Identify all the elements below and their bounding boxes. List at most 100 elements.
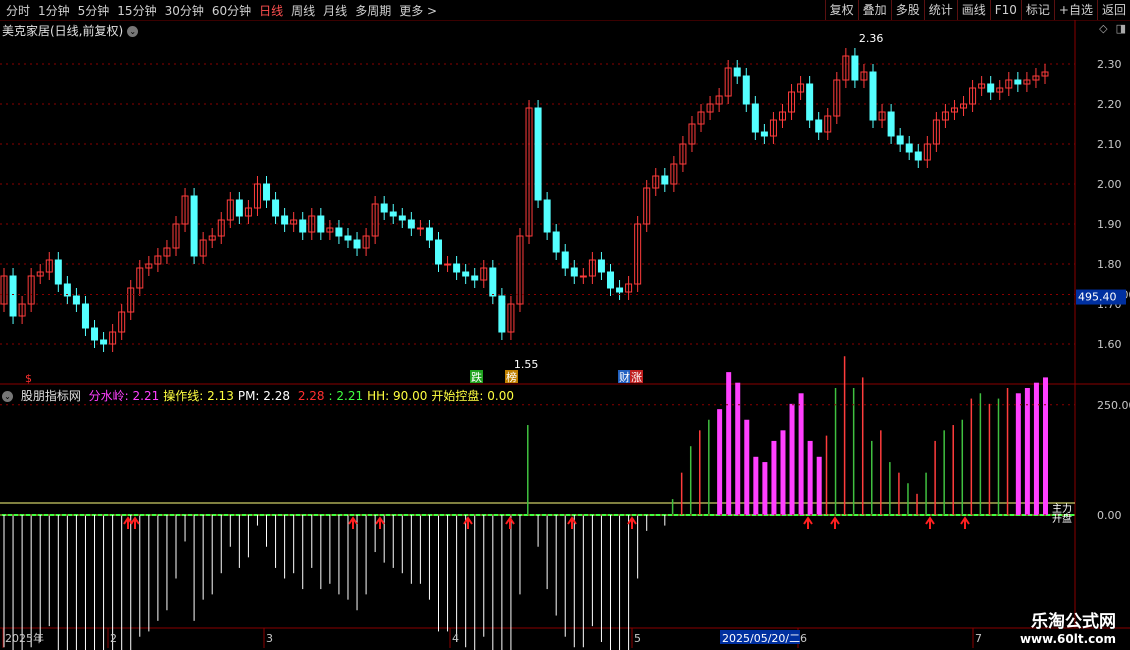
candle-body — [606, 271, 614, 289]
date-label: 3 — [266, 632, 273, 645]
candle-body — [489, 267, 497, 297]
sub-highlight-label: 495.40 — [1078, 291, 1117, 304]
candle-body — [299, 219, 307, 233]
candle-body — [561, 251, 569, 269]
volume-bar — [708, 419, 710, 515]
candle-body — [733, 67, 741, 77]
buy-arrow — [348, 516, 358, 529]
volume-bar — [961, 419, 964, 515]
candle-body — [9, 275, 17, 317]
volume-bar — [997, 398, 1000, 515]
volume-bar — [798, 393, 804, 515]
candle-body — [534, 107, 542, 201]
candle-body — [407, 219, 415, 229]
candle-body — [552, 231, 560, 253]
volume-bar — [925, 472, 927, 515]
watermark-url: www.60lt.com — [1019, 632, 1116, 646]
event-badge-label: 财 — [619, 370, 630, 384]
volume-bar — [952, 425, 954, 515]
price-tick-label: 1.90 — [1097, 218, 1122, 231]
candle-body — [398, 215, 406, 221]
candle-body — [498, 295, 506, 333]
buy-arrow — [567, 516, 577, 529]
candle-body — [887, 111, 895, 137]
sub-tick-label: 250.00 — [1097, 399, 1130, 412]
candle-body — [597, 259, 605, 273]
volume-bar — [717, 409, 723, 515]
candle-body — [353, 239, 361, 249]
volume-bar — [825, 435, 828, 515]
volume-bar — [889, 462, 891, 515]
event-badge-label: 跌 — [471, 370, 482, 384]
volume-bar — [907, 483, 909, 515]
price-tick-label: 1.80 — [1097, 258, 1122, 271]
candle-body — [281, 215, 289, 225]
date-label: 7 — [975, 632, 982, 645]
candle-body — [91, 327, 99, 341]
chevron-down-icon[interactable]: ⌄ — [2, 391, 13, 402]
date-label: 2025年 — [5, 631, 44, 645]
candle-body — [806, 83, 814, 121]
candle-body — [815, 119, 823, 133]
candle-body — [317, 215, 325, 233]
candle-body — [380, 203, 388, 213]
dollar-marker: $ — [25, 372, 32, 385]
volume-bar — [1033, 382, 1039, 515]
high-marker: 2.36 — [859, 32, 884, 45]
event-badge-label: 涨 — [631, 371, 642, 384]
volume-bar — [979, 393, 982, 515]
candle-body — [54, 259, 62, 285]
candle-body — [190, 195, 198, 257]
candle-body — [435, 239, 443, 265]
indicator-name: 股朋指标网 — [20, 389, 81, 403]
volume-bar — [780, 430, 786, 515]
volume-bar — [880, 430, 882, 515]
candle-body — [869, 71, 877, 121]
candle-body — [81, 303, 89, 329]
candle-body — [1014, 79, 1022, 85]
candle-body — [100, 339, 108, 345]
buy-arrow — [925, 516, 935, 529]
price-tick-label: 1.60 — [1097, 338, 1122, 351]
buy-arrow — [375, 516, 385, 529]
date-highlight-label: 2025/05/20/二 — [722, 632, 800, 645]
volume-bar — [726, 372, 732, 515]
candle-body — [742, 75, 750, 105]
volume-bar — [762, 462, 768, 515]
candle-body — [471, 275, 479, 281]
candle-body — [263, 183, 271, 201]
candle-body — [851, 55, 859, 81]
volume-bar — [816, 456, 822, 515]
volume-bar — [1006, 387, 1009, 515]
indicator-value-2: PM: 2.28 — [237, 389, 290, 403]
date-label: 5 — [634, 632, 641, 645]
volume-bar — [1024, 387, 1030, 515]
candle-body — [389, 211, 397, 217]
volume-bar — [898, 472, 900, 515]
volume-bar — [735, 382, 741, 515]
volume-bar — [834, 387, 837, 515]
candle-body — [661, 175, 669, 185]
candle-body — [751, 103, 759, 133]
volume-bar — [527, 425, 529, 515]
candle-body — [416, 227, 424, 230]
date-label: 6 — [800, 632, 807, 645]
candle-body — [570, 267, 578, 277]
indicator-value-4: : 2.21 — [328, 389, 364, 403]
chart-canvas[interactable]: 2.302.202.102.001.901.801.701.602.361.55… — [0, 0, 1130, 650]
candle-body — [760, 131, 768, 137]
volume-bar — [934, 440, 936, 515]
volume-bar — [916, 493, 918, 515]
volume-bar — [771, 440, 777, 515]
indicator-value-1: 操作线: 2.13 — [163, 389, 234, 403]
volume-bar — [871, 440, 873, 515]
volume-bar — [807, 440, 813, 515]
price-tick-label: 2.30 — [1097, 58, 1122, 71]
date-label: 2 — [110, 632, 117, 645]
buy-arrow — [830, 516, 840, 529]
volume-bar — [680, 472, 683, 515]
candle-body — [914, 151, 922, 161]
candle-body — [616, 287, 624, 293]
watermark-text: 乐淘公式网 — [1031, 612, 1116, 632]
volume-bar — [744, 419, 750, 515]
